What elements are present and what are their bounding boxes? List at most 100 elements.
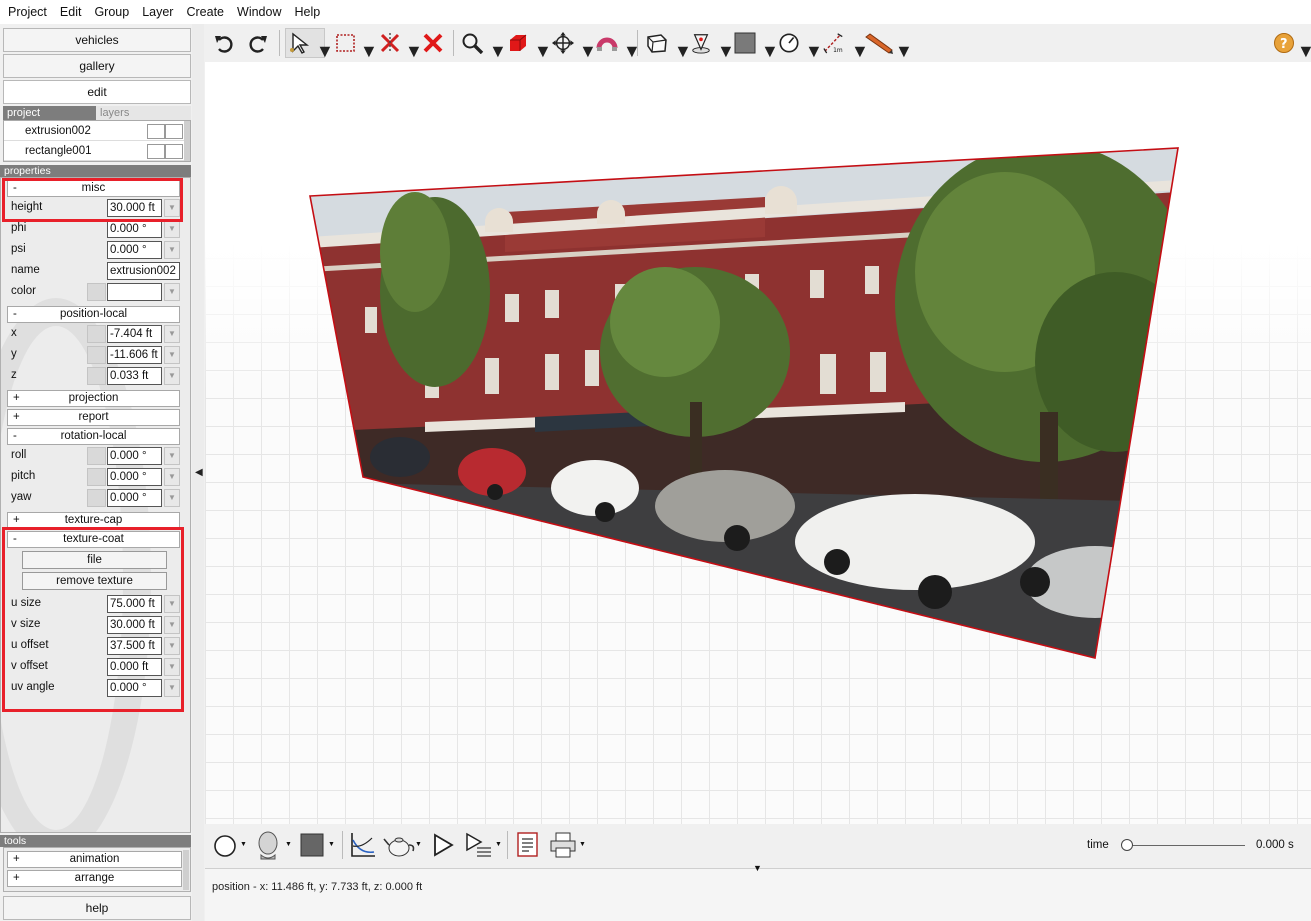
chevron-down-icon[interactable]: ▼ xyxy=(360,40,378,62)
tab-layers[interactable]: layers xyxy=(96,106,191,120)
chevron-down-icon[interactable]: ▼ xyxy=(328,841,335,848)
undo-icon[interactable] xyxy=(213,32,235,54)
chevron-down-icon[interactable]: ▼ xyxy=(164,220,180,238)
list-item[interactable]: extrusion002 xyxy=(4,121,190,141)
psi-field[interactable]: 0.000 ° xyxy=(107,241,162,259)
collapse-arrow-icon[interactable]: ◀ xyxy=(195,467,203,478)
lock-toggle[interactable] xyxy=(87,367,106,385)
measure-icon[interactable]: 1m xyxy=(821,32,847,54)
play-icon[interactable] xyxy=(431,833,455,857)
x-field[interactable]: -7.404 ft xyxy=(107,325,162,343)
roll-field[interactable]: 0.000 ° xyxy=(107,447,162,465)
lock-toggle[interactable] xyxy=(87,346,106,364)
section-misc[interactable]: - misc xyxy=(7,180,180,197)
chevron-down-icon[interactable]: ▼ xyxy=(164,447,180,465)
chevron-down-icon[interactable]: ▼ xyxy=(1297,40,1311,62)
chevron-down-icon[interactable]: ▼ xyxy=(415,841,422,848)
zoom-icon[interactable] xyxy=(461,32,485,54)
file-button[interactable]: file xyxy=(22,551,167,569)
edit-button[interactable]: edit xyxy=(3,80,191,104)
section-position-local[interactable]: - position-local xyxy=(7,306,180,323)
magnet-icon[interactable] xyxy=(595,32,619,54)
solid-icon[interactable] xyxy=(507,32,529,54)
select-icon[interactable] xyxy=(289,32,311,54)
section-texture-coat[interactable]: - texture-coat xyxy=(7,531,180,548)
lock-toggle[interactable] xyxy=(87,489,106,507)
redo-icon[interactable] xyxy=(247,32,269,54)
yaw-field[interactable]: 0.000 ° xyxy=(107,489,162,507)
chevron-down-icon[interactable]: ▼ xyxy=(285,841,292,848)
chevron-down-icon[interactable]: ▼ xyxy=(316,40,334,62)
time-slider-handle[interactable] xyxy=(1121,839,1133,851)
panel-splitter[interactable]: ◀ xyxy=(192,24,204,921)
textured-wall[interactable] xyxy=(205,62,1311,824)
time-slider-track[interactable] xyxy=(1123,845,1245,846)
view-box-icon[interactable] xyxy=(645,32,669,54)
graph-icon[interactable] xyxy=(350,832,376,858)
chevron-down-icon[interactable]: ▼ xyxy=(164,489,180,507)
list-item[interactable]: rectangle001 xyxy=(4,141,190,161)
v-size-field[interactable]: 30.000 ft xyxy=(107,616,162,634)
section-report[interactable]: + report xyxy=(7,409,180,426)
teapot-icon[interactable] xyxy=(383,831,415,859)
visibility-checkbox[interactable] xyxy=(147,124,165,139)
section-arrange[interactable]: + arrange xyxy=(7,870,182,887)
lock-toggle[interactable] xyxy=(87,447,106,465)
chevron-down-icon[interactable]: ▼ xyxy=(489,40,507,62)
gauge-icon[interactable] xyxy=(777,32,801,54)
tools-scrollbar[interactable] xyxy=(183,850,189,890)
section-rotation-local[interactable]: - rotation-local xyxy=(7,428,180,445)
chevron-down-icon[interactable]: ▼ xyxy=(240,841,247,848)
delete-icon[interactable] xyxy=(422,32,444,54)
chevron-down-icon[interactable]: ▼ xyxy=(164,658,180,676)
chevron-down-icon[interactable]: ▼ xyxy=(164,241,180,259)
menu-help[interactable]: Help xyxy=(290,5,329,19)
chevron-down-icon[interactable]: ▼ xyxy=(405,40,423,62)
gallery-button[interactable]: gallery xyxy=(3,54,191,78)
chevron-down-icon[interactable]: ▼ xyxy=(164,468,180,486)
chevron-down-icon[interactable]: ▼ xyxy=(534,40,552,62)
chevron-down-icon[interactable]: ▼ xyxy=(164,595,180,613)
chevron-down-icon[interactable]: ▼ xyxy=(164,367,180,385)
layer-list-scrollbar[interactable] xyxy=(184,121,190,161)
menu-edit[interactable]: Edit xyxy=(56,5,91,19)
3d-viewport[interactable] xyxy=(205,62,1311,824)
help-icon[interactable]: ? xyxy=(1273,32,1295,54)
height-field[interactable]: 30.000 ft xyxy=(107,199,162,217)
lock-toggle[interactable] xyxy=(87,325,106,343)
menu-group[interactable]: Group xyxy=(90,5,138,19)
y-field[interactable]: -11.606 ft xyxy=(107,346,162,364)
pitch-field[interactable]: 0.000 ° xyxy=(107,468,162,486)
shade-color-icon[interactable] xyxy=(300,833,324,857)
lock-checkbox[interactable] xyxy=(165,124,183,139)
u-offset-field[interactable]: 37.500 ft xyxy=(107,637,162,655)
lock-toggle[interactable] xyxy=(87,468,106,486)
chevron-down-icon[interactable]: ▼ xyxy=(164,346,180,364)
circle-tool-icon[interactable] xyxy=(213,834,237,858)
panel-toggle-arrow-icon[interactable]: ▼ xyxy=(753,863,762,873)
z-field[interactable]: 0.033 ft xyxy=(107,367,162,385)
box-select-icon[interactable] xyxy=(335,32,357,54)
chevron-down-icon[interactable]: ▼ xyxy=(164,199,180,217)
chevron-down-icon[interactable]: ▼ xyxy=(495,841,502,848)
remove-texture-button[interactable]: remove texture xyxy=(22,572,167,590)
color-field[interactable] xyxy=(107,283,162,301)
trim-icon[interactable] xyxy=(378,32,402,54)
vehicles-button[interactable]: vehicles xyxy=(3,28,191,52)
section-projection[interactable]: + projection xyxy=(7,390,180,407)
chevron-down-icon[interactable]: ▼ xyxy=(164,637,180,655)
u-size-field[interactable]: 75.000 ft xyxy=(107,595,162,613)
help-button[interactable]: help xyxy=(3,896,191,920)
chevron-down-icon[interactable]: ▼ xyxy=(164,679,180,697)
color-swatch[interactable] xyxy=(87,283,106,301)
uv-angle-field[interactable]: 0.000 ° xyxy=(107,679,162,697)
menu-layer[interactable]: Layer xyxy=(138,5,182,19)
report-icon[interactable] xyxy=(516,832,540,858)
phi-field[interactable]: 0.000 ° xyxy=(107,220,162,238)
section-texture-cap[interactable]: + texture-cap xyxy=(7,512,180,529)
menu-project[interactable]: Project xyxy=(4,5,56,19)
tab-project[interactable]: project xyxy=(3,106,96,120)
name-field[interactable]: extrusion002 xyxy=(107,262,180,280)
chevron-down-icon[interactable]: ▼ xyxy=(623,40,641,62)
move-icon[interactable] xyxy=(551,32,575,54)
